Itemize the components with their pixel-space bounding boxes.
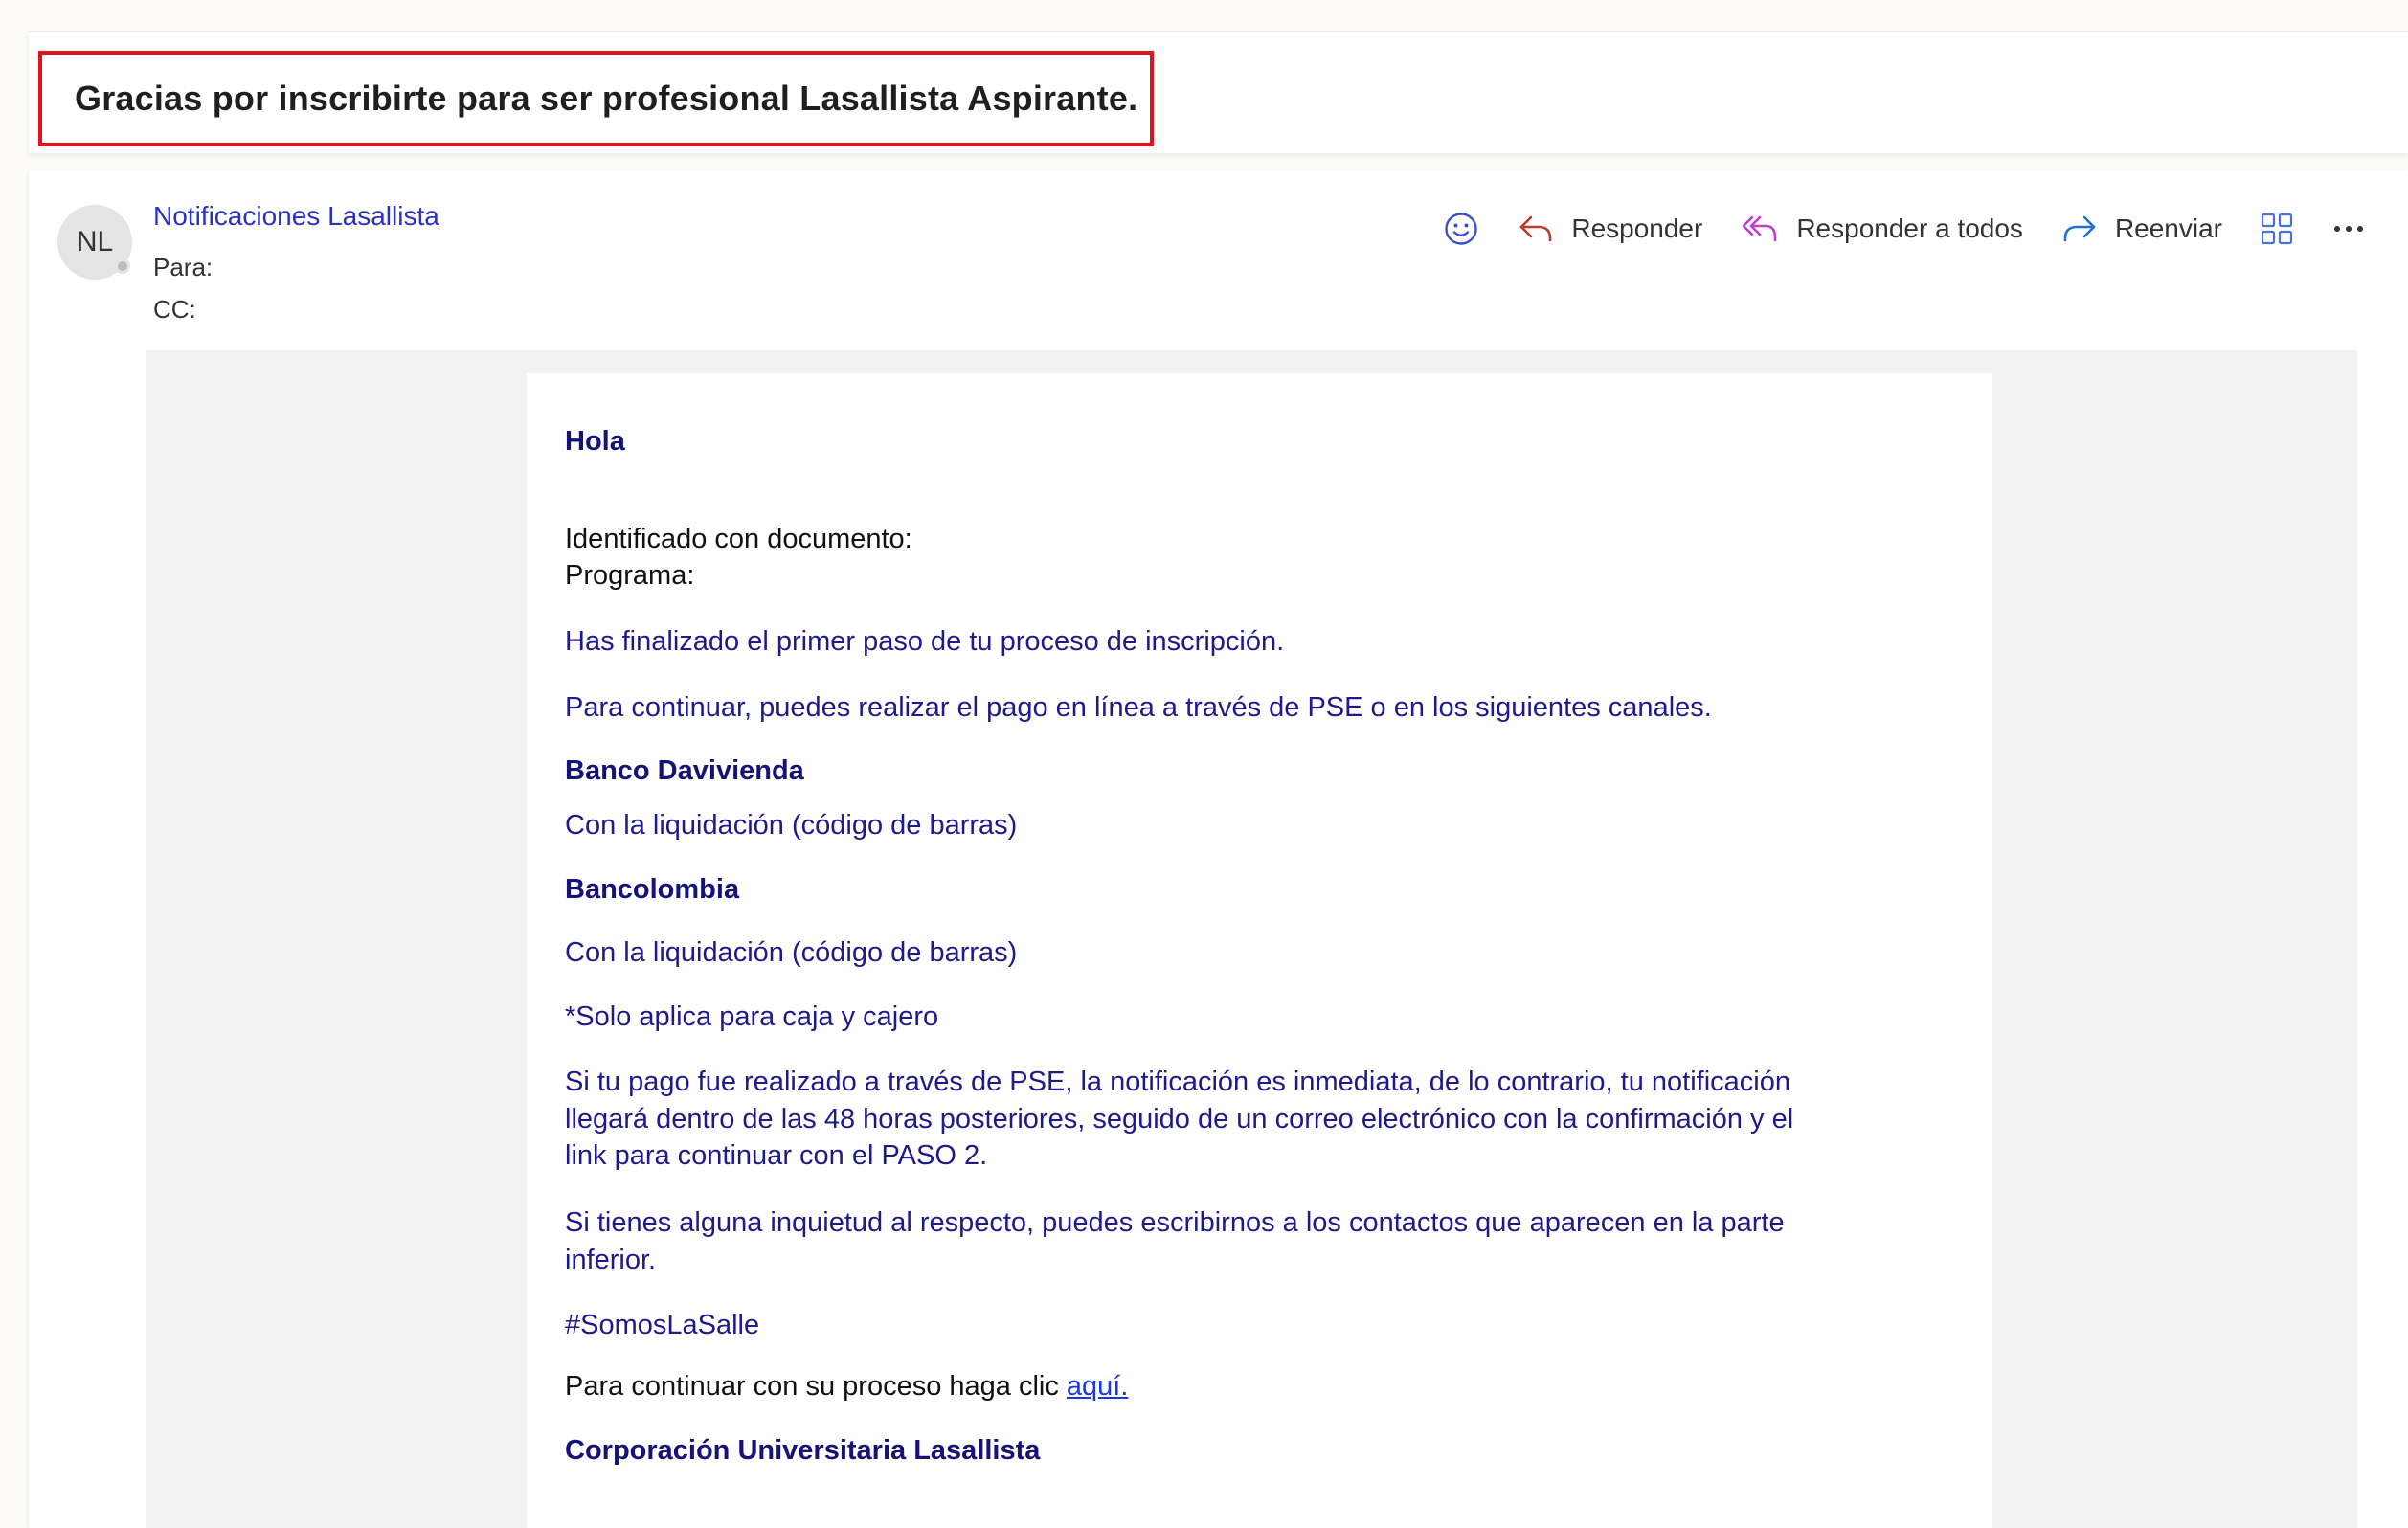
greeting: Hola xyxy=(565,426,625,457)
pse-note-line2: llegará dentro de las 48 horas posterior… xyxy=(565,1104,1794,1135)
pse-note-line1: Si tu pago fue realizado a través de PSE… xyxy=(565,1067,1790,1097)
payment-intro-text: Para continuar, puedes realizar el pago … xyxy=(565,692,1712,723)
step-done-text: Has finalizado el primer paso de tu proc… xyxy=(565,626,1285,657)
apps-grid-icon[interactable] xyxy=(2261,213,2293,245)
bank2-note: *Solo aplica para caja y cajero xyxy=(565,1001,939,1032)
bank2-name: Bancolombia xyxy=(565,874,740,905)
reply-all-icon xyxy=(1743,215,1777,242)
contact-line2: inferior. xyxy=(565,1245,657,1275)
smiley-icon[interactable] xyxy=(1443,211,1479,247)
forward-label: Reenviar xyxy=(2114,213,2222,243)
hashtag: #SomosLaSalle xyxy=(565,1310,760,1340)
reply-all-button[interactable]: Responder a todos xyxy=(1741,213,2023,244)
forward-icon xyxy=(2063,215,2096,242)
bank1-detail: Con la liquidación (código de barras) xyxy=(565,810,1018,841)
pse-note-line3: link para continuar con el PASO 2. xyxy=(565,1140,988,1171)
document-line: Identificado con documento: xyxy=(565,524,912,554)
signature: Corporación Universitaria Lasallista xyxy=(565,1435,1041,1466)
reply-label: Responder xyxy=(1571,213,1703,243)
bank2-detail: Con la liquidación (código de barras) xyxy=(565,937,1018,968)
cc-label: CC: xyxy=(153,295,196,324)
email-body: Hola Identificado con documento: Program… xyxy=(527,373,1992,1528)
reply-button[interactable]: Responder xyxy=(1518,213,1702,244)
forward-button[interactable]: Reenviar xyxy=(2061,213,2222,244)
reply-all-label: Responder a todos xyxy=(1796,213,2023,243)
continue-line: Para continuar con su proceso haga clic … xyxy=(565,1368,1128,1405)
continue-link[interactable]: aquí. xyxy=(1067,1371,1129,1402)
more-icon[interactable] xyxy=(2331,223,2366,235)
subject-bar: Gracias por inscribirte para ser profesi… xyxy=(29,31,2408,153)
avatar-initials: NL xyxy=(76,226,114,258)
email-body-background: Hola Identificado con documento: Program… xyxy=(146,350,2357,1528)
message-actions: Responder Responder a todos Reenviar xyxy=(1443,205,2366,253)
avatar[interactable]: NL xyxy=(57,205,132,280)
program-line: Programa: xyxy=(565,560,695,591)
contact-line1: Si tienes alguna inquietud al respecto, … xyxy=(565,1207,1785,1238)
bank1-name: Banco Davivienda xyxy=(565,755,804,786)
reply-icon xyxy=(1520,215,1552,242)
email-subject: Gracias por inscribirte para ser profesi… xyxy=(75,79,1138,118)
presence-status-icon xyxy=(115,258,130,274)
message-card: NL Notificaciones Lasallista Para: CC: R… xyxy=(29,170,2408,1528)
sender-name[interactable]: Notificaciones Lasallista xyxy=(153,201,439,232)
continue-text: Para continuar con su proceso haga clic xyxy=(565,1371,1067,1402)
subject-highlight: Gracias por inscribirte para ser profesi… xyxy=(38,51,1154,146)
to-label: Para: xyxy=(153,253,214,281)
